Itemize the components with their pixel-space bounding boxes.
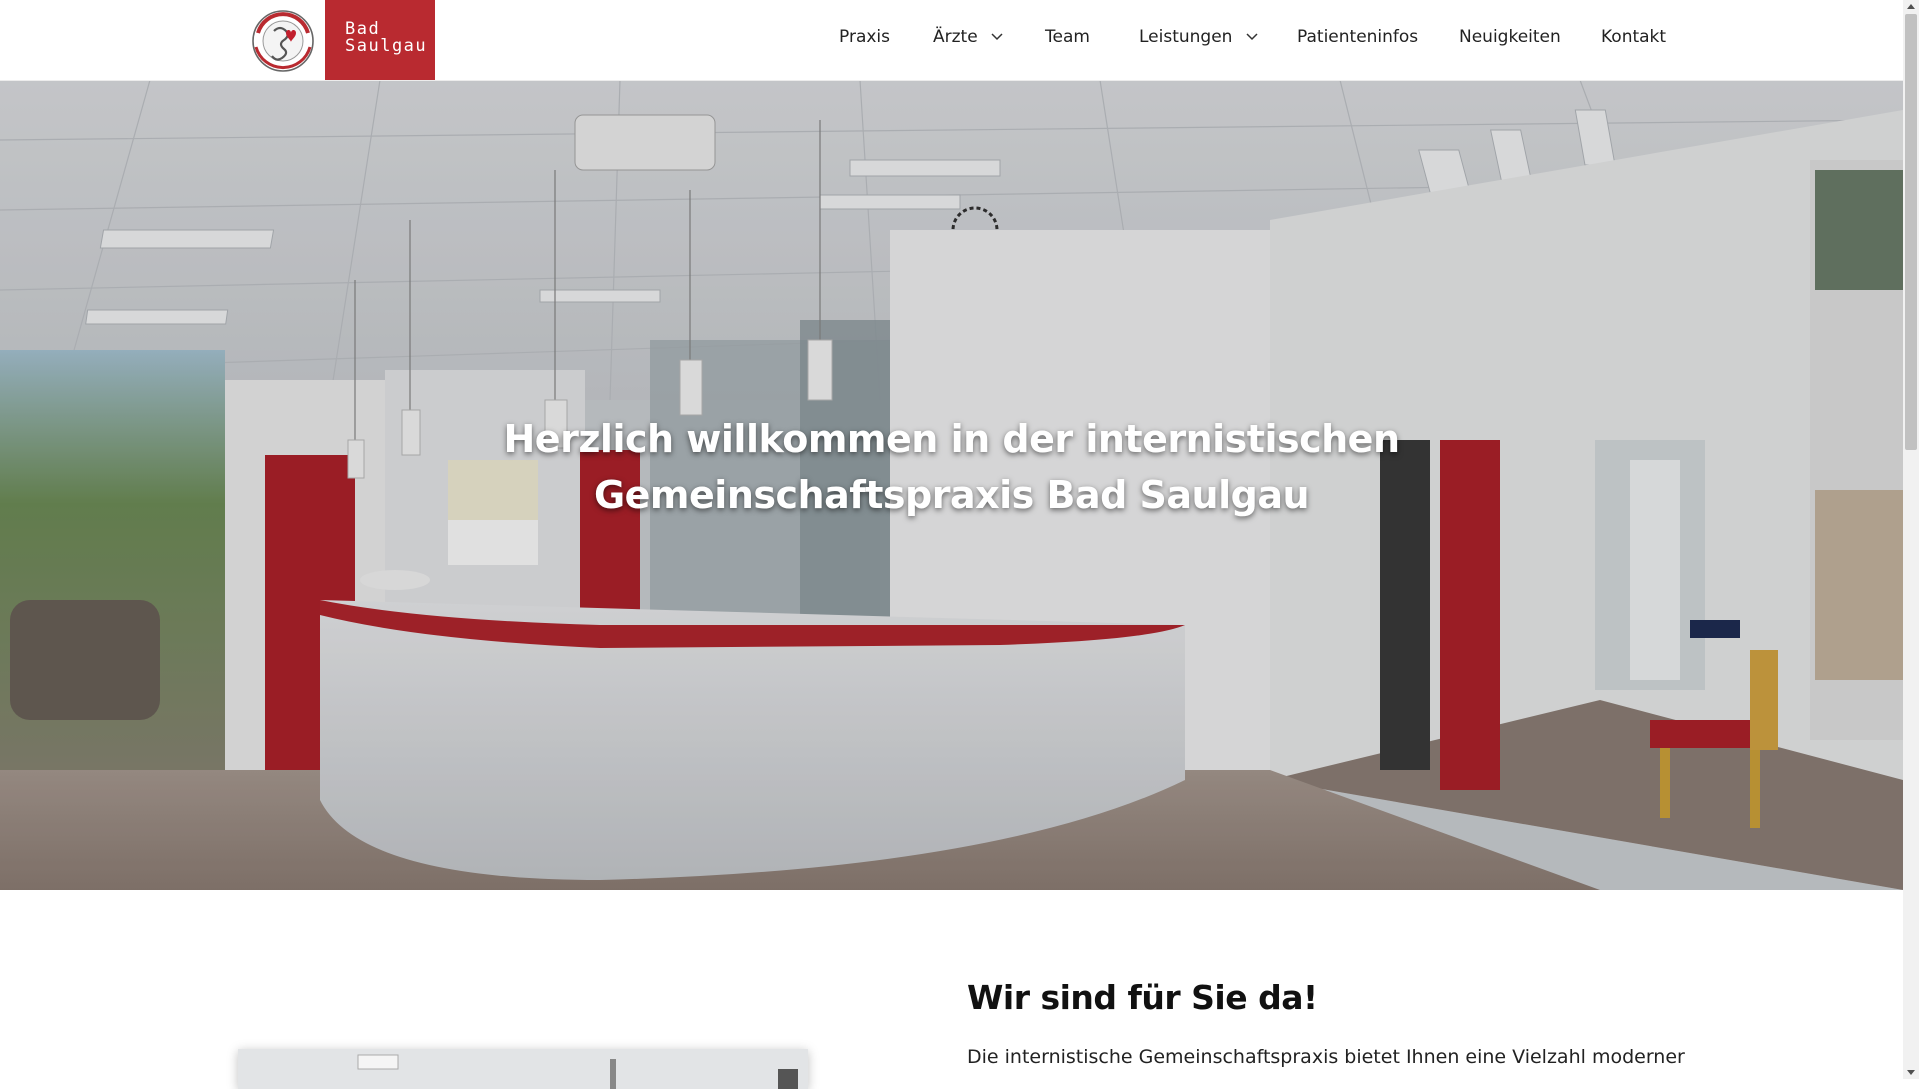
nav-item-label: Neuigkeiten [1459, 27, 1561, 47]
hero-title: Herzlich willkommen in der internistisch… [503, 417, 1401, 518]
intro-section: Wir sind für Sie da! Die internistische … [0, 890, 1903, 1089]
nav-item-patienteninfos[interactable]: Patienteninfos [1297, 27, 1418, 47]
intro-title: Wir sind für Sie da! [967, 978, 1318, 1017]
hero-banner: Herzlich willkommen in der internistisch… [0, 80, 1903, 890]
intro-text: Die internistische Gemeinschaftspraxis b… [967, 1046, 1685, 1068]
nav-item-neuigkeiten[interactable]: Neuigkeiten [1459, 27, 1561, 47]
nav-item-leistungen[interactable]: Leistungen [1139, 27, 1258, 47]
scrollbar-thumb[interactable] [1905, 14, 1917, 450]
nav-item-label: Praxis [839, 27, 890, 47]
site-header: Bad Saulgau Praxis Ärzte Team Leistungen… [0, 0, 1903, 81]
nav-item-label: Patienteninfos [1297, 27, 1419, 47]
logo-line-2: Saulgau [345, 36, 428, 56]
nav-item-kontakt[interactable]: Kontakt [1601, 27, 1666, 47]
practice-photo-thumbnail [238, 1049, 808, 1089]
nav-item-praxis[interactable]: Praxis [839, 27, 890, 47]
nav-item-label: Ärzte [933, 27, 978, 47]
chevron-down-icon [991, 26, 1003, 46]
nav-item-aerzte[interactable]: Ärzte [933, 27, 1003, 47]
nav-item-label: Kontakt [1601, 27, 1667, 47]
nav-item-label: Leistungen [1139, 27, 1233, 47]
page-scrollbar[interactable] [1903, 0, 1919, 1079]
scroll-down-arrow-icon[interactable] [1907, 1070, 1915, 1075]
practice-emblem-logo[interactable] [240, 0, 325, 80]
nav-item-label: Team [1045, 27, 1090, 47]
chevron-down-icon [1246, 26, 1258, 46]
nav-item-team[interactable]: Team [1045, 27, 1090, 47]
logo-wordmark[interactable]: Bad Saulgau [325, 0, 435, 80]
scroll-up-arrow-icon[interactable] [1907, 4, 1915, 9]
